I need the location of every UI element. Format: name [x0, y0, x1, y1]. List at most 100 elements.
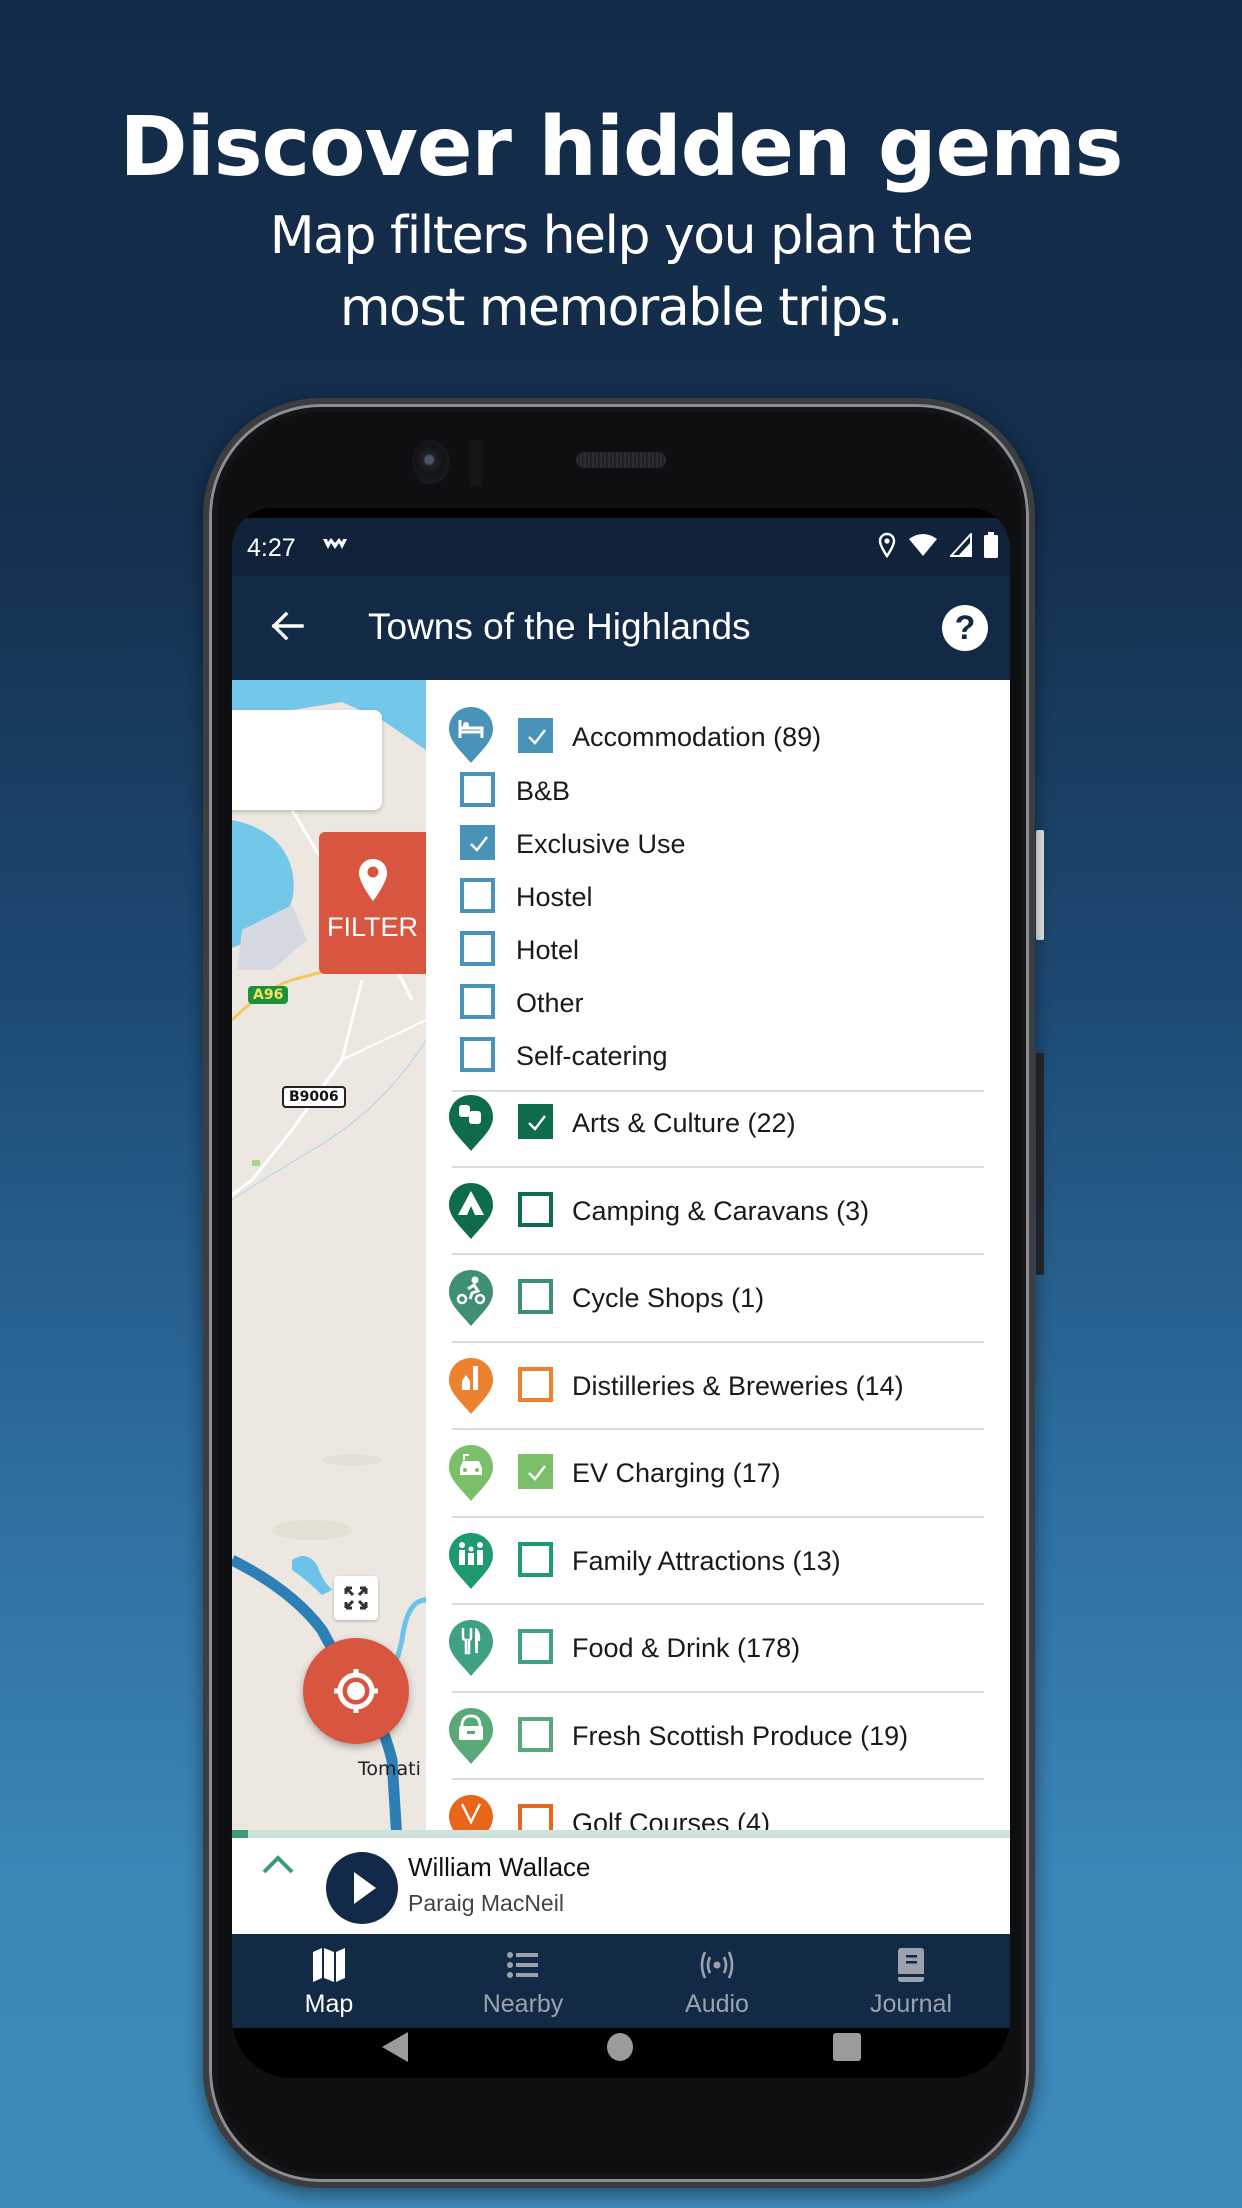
checkbox-accommodation[interactable] [518, 718, 553, 753]
filter-subitem-checkbox[interactable] [460, 878, 495, 913]
bed-icon [449, 707, 493, 763]
front-camera [412, 440, 450, 484]
filter-category-checkbox[interactable] [518, 1716, 553, 1752]
filter-category[interactable]: EV Charging (17) [426, 1430, 1010, 1516]
filter-category[interactable]: Arts & Culture (22) [426, 1080, 1010, 1166]
filter-button-label: FILTER [326, 912, 418, 942]
proximity-sensor [470, 440, 482, 486]
ev-car-icon [449, 1445, 493, 1501]
nav-label-journal: Journal [870, 1990, 952, 2018]
filter-subitem-label: Hotel [516, 935, 580, 965]
audio-player: William Wallace Paraig MacNeil [232, 1838, 1010, 1934]
nav-label-map: Map [304, 1990, 354, 2018]
phone-volume-button [1036, 1053, 1044, 1275]
wifi-icon [908, 533, 938, 564]
filter-category-label: Food & Drink (178) [572, 1633, 801, 1663]
play-icon [354, 1872, 376, 1904]
filter-button[interactable]: FILTER [319, 832, 426, 974]
filter-category[interactable]: Distilleries & Breweries (14) [426, 1343, 1010, 1429]
nav-tab-nearby[interactable]: Nearby [426, 1934, 620, 2028]
journal-book-icon [898, 1948, 924, 1982]
crosshair-icon [334, 1669, 378, 1713]
filter-subitem[interactable]: Hotel [426, 923, 1010, 973]
bottom-navigation: Map Nearby Audio Journal [232, 1934, 1010, 2028]
nav-label-audio: Audio [685, 1990, 749, 2018]
filter-category-label: Camping & Caravans (3) [572, 1195, 870, 1226]
filter-subitem-label: Other [516, 988, 584, 1018]
system-navigation-bar [232, 2028, 1010, 2078]
distillery-icon [449, 1357, 493, 1414]
phone-power-button [1036, 830, 1044, 940]
chevron-up-icon [262, 1855, 294, 1874]
track-title: William Wallace [408, 1852, 591, 1882]
filter-category[interactable]: Fresh Scottish Produce (19) [426, 1693, 1010, 1779]
filter-subitem-checkbox[interactable] [460, 772, 495, 807]
basket-icon [449, 1707, 493, 1764]
fullscreen-button[interactable] [334, 1576, 378, 1620]
filter-category-checkbox[interactable] [518, 1104, 553, 1139]
filter-category-label: EV Charging (17) [572, 1458, 781, 1488]
filter-category-checkbox[interactable] [518, 1279, 553, 1314]
filter-category[interactable]: Family Attractions (13) [426, 1518, 1010, 1604]
back-triangle-icon[interactable] [380, 2030, 410, 2064]
filter-category-label: Distilleries & Breweries (14) [572, 1370, 904, 1401]
battery-icon [984, 532, 998, 565]
page-title: Towns of the Highlands [368, 606, 751, 647]
promo-subline: Map filters help you plan the most memor… [0, 200, 1242, 344]
expand-arrows-icon [344, 1586, 368, 1610]
filter-subitem[interactable]: Exclusive Use [426, 817, 1010, 867]
filter-subitem-label: Exclusive Use [516, 829, 686, 859]
status-time: 4:27 [247, 534, 296, 562]
filter-category[interactable]: Food & Drink (178) [426, 1605, 1010, 1691]
theatre-masks-icon [449, 1095, 493, 1151]
filter-panel[interactable]: Accommodation (89) B&B Exclusive Use Hoste… [426, 680, 1010, 1840]
filter-category-checkbox[interactable] [518, 1541, 553, 1577]
back-button[interactable] [268, 606, 308, 646]
nav-tab-map[interactable]: Map [232, 1934, 426, 2028]
home-circle-icon[interactable] [606, 2032, 634, 2062]
filter-category-label: Family Attractions (13) [572, 1545, 841, 1576]
recents-square-icon[interactable] [832, 2032, 862, 2062]
road-label-b9006: B9006 [282, 1086, 346, 1108]
fork-knife-icon [449, 1620, 493, 1676]
filter-category[interactable]: Cycle Shops (1) [426, 1255, 1010, 1341]
family-icon [449, 1532, 493, 1589]
filter-subitem-checkbox[interactable] [460, 1037, 495, 1072]
filter-subitem[interactable]: Self-catering [426, 1029, 1010, 1079]
audio-progress-bar[interactable] [232, 1830, 1010, 1838]
filter-subitem-label: Hostel [516, 882, 593, 912]
filter-category-checkbox[interactable] [518, 1191, 553, 1227]
filter-category-checkbox[interactable] [518, 1366, 553, 1402]
map-info-card[interactable] [232, 710, 382, 810]
filter-subitem-checkbox[interactable] [460, 931, 495, 966]
filter-subitem[interactable]: B&B [426, 764, 1010, 814]
filter-category-checkbox[interactable] [518, 1454, 553, 1489]
promo-subline-line-2: most memorable trips. [339, 278, 904, 338]
help-button[interactable]: ? [942, 605, 988, 651]
filter-category-checkbox[interactable] [518, 1629, 553, 1664]
nav-tab-audio[interactable]: Audio [620, 1934, 814, 2028]
app-bar: Towns of the Highlands ? [232, 576, 1010, 680]
audio-progress-fill [232, 1830, 248, 1838]
map-town-label: Tomati [358, 1758, 421, 1780]
nav-tab-journal[interactable]: Journal [814, 1934, 1008, 2028]
filter-subitem-checkbox[interactable] [460, 825, 495, 860]
track-artist: Paraig MacNeil [408, 1890, 564, 1916]
promo-headline: Discover hidden gems [119, 100, 1124, 195]
earpiece-speaker [576, 452, 666, 468]
expand-player-button[interactable] [260, 1850, 296, 1880]
map-pin-icon [359, 859, 387, 901]
arrow-left-icon [271, 611, 304, 641]
filter-subitem[interactable]: Other [426, 976, 1010, 1026]
my-location-button[interactable] [303, 1638, 409, 1744]
map-icon [313, 1948, 345, 1982]
filter-subitem-checkbox[interactable] [460, 984, 495, 1019]
filter-category-accommodation[interactable]: Accommodation (89) [426, 706, 1010, 766]
notification-w-icon [322, 536, 348, 557]
signal-icon [948, 531, 972, 564]
filter-subitem[interactable]: Hostel [426, 870, 1010, 920]
map-view[interactable]: FILTER A96 B9006 Tomati [232, 680, 426, 1840]
play-button[interactable] [326, 1852, 398, 1924]
filter-category[interactable]: Camping & Caravans (3) [426, 1168, 1010, 1254]
label-accommodation: Accommodation (89) [572, 722, 822, 752]
